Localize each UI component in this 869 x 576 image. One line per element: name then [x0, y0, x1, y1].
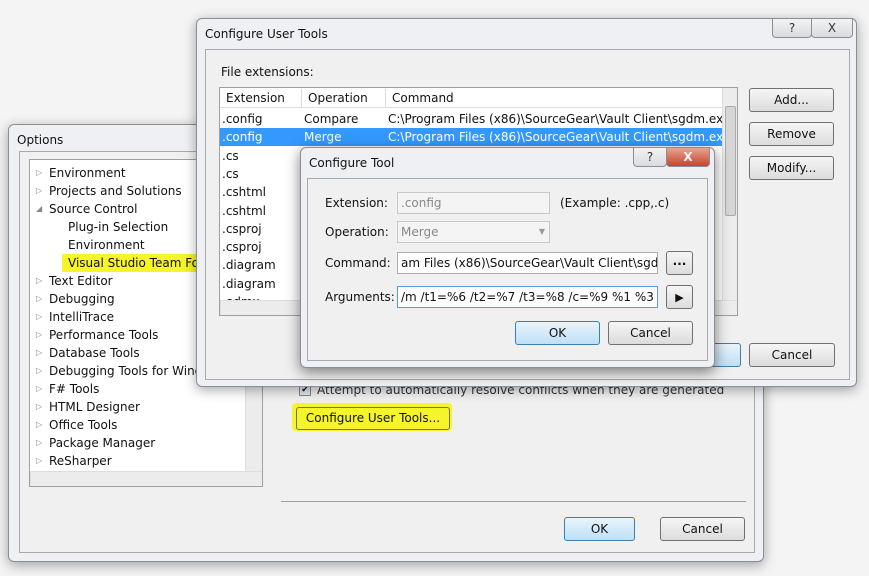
- tree-item-label: Database Tools: [49, 346, 140, 360]
- collapsed-triangle-icon[interactable]: ▷: [36, 272, 46, 290]
- operation-select[interactable]: Merge ▼: [397, 221, 550, 243]
- operation-value: Merge: [401, 225, 439, 239]
- collapsed-triangle-icon[interactable]: ▷: [36, 434, 46, 452]
- tree-item[interactable]: ▷ Package Manager: [36, 434, 156, 452]
- tree-item[interactable]: ▷ Projects and Solutions: [36, 182, 182, 200]
- collapsed-triangle-icon[interactable]: ▷: [36, 398, 46, 416]
- user-tools-cancel-button[interactable]: Cancel: [749, 343, 835, 367]
- tree-item[interactable]: ▷ Debugging: [36, 290, 115, 308]
- tree-item-label: Plug-in Selection: [68, 220, 169, 234]
- operation-label: Operation:: [325, 225, 389, 239]
- browse-button[interactable]: ...: [666, 251, 693, 275]
- cell-ext: .config: [222, 112, 263, 126]
- collapsed-triangle-icon[interactable]: ▷: [36, 326, 46, 344]
- cell-ext: .diagram: [222, 276, 276, 291]
- tree-item[interactable]: ▷ Text Editor: [36, 272, 113, 290]
- tree-item-label: ReSharper: [49, 454, 112, 468]
- configure-user-tools-button[interactable]: Configure User Tools...: [296, 407, 450, 430]
- collapsed-triangle-icon[interactable]: ▷: [36, 182, 46, 200]
- tree-item[interactable]: Plug-in Selection: [68, 218, 168, 236]
- cell-ext: .csproj: [222, 240, 262, 255]
- options-title: Options: [17, 133, 64, 147]
- cell-ext: .csproj: [222, 221, 262, 236]
- table-row[interactable]: .config Compare C:\Program Files (x86)\Sou…: [220, 110, 730, 128]
- cell-ext: .diagram: [222, 258, 276, 273]
- cell-ext: .cs: [222, 148, 239, 163]
- collapsed-triangle-icon[interactable]: ▷: [36, 380, 46, 398]
- tree-item-label: Debugging: [49, 292, 115, 306]
- tree-item-label: Office Tools: [49, 418, 118, 432]
- help-button[interactable]: ?: [772, 18, 812, 38]
- extension-example: (Example: .cpp,.c): [560, 196, 670, 210]
- add-button[interactable]: Add...: [749, 88, 834, 112]
- tree-item[interactable]: ▷ HTML Designer: [36, 398, 140, 416]
- tree-item[interactable]: ▷ Office Tools: [36, 416, 118, 434]
- table-row[interactable]: .config Merge C:\Program Files (x86)\Sourc…: [220, 128, 730, 147]
- user-tools-title: Configure User Tools: [205, 27, 328, 41]
- arguments-field[interactable]: /m /t1=%6 /t2=%7 /t3=%8 /c=%9 %1 %3 %2 /…: [397, 286, 658, 308]
- tree-item[interactable]: ▷ IntelliTrace: [36, 308, 115, 326]
- cell-op: Merge: [304, 130, 342, 145]
- column-header-operation[interactable]: Operation: [308, 89, 386, 107]
- collapsed-triangle-icon[interactable]: ▷: [36, 344, 46, 362]
- tree-item-label: Environment: [49, 166, 126, 180]
- tree-item-label: Performance Tools: [49, 328, 159, 342]
- cell-ext: .config: [222, 130, 263, 145]
- extension-label: Extension:: [325, 196, 388, 210]
- tree-item[interactable]: ▷ ReSharper: [36, 452, 112, 470]
- list-header: Extension Operation Command: [220, 89, 723, 108]
- tree-item-label: Source Control: [49, 202, 138, 216]
- options-ok-button[interactable]: OK: [564, 517, 635, 541]
- configure-tool-dialog: Configure Tool ? X Extension: .config (E…: [300, 147, 715, 368]
- expanded-triangle-icon[interactable]: ◢: [36, 200, 46, 218]
- cell-ext: .cshtml: [222, 185, 266, 200]
- tree-item-label: Projects and Solutions: [49, 184, 182, 198]
- tree-item[interactable]: ◢ Source Control: [36, 200, 138, 218]
- collapsed-triangle-icon[interactable]: ▷: [36, 290, 46, 308]
- command-field[interactable]: am Files (x86)\SourceGear\Vault Client\s…: [397, 252, 658, 274]
- cell-op: Compare: [304, 112, 359, 126]
- command-label: Command:: [325, 256, 391, 270]
- tree-item[interactable]: ▷ Environment: [36, 164, 126, 182]
- arguments-menu-button[interactable]: ▶: [666, 285, 693, 309]
- tree-item[interactable]: ▷ F# Tools: [36, 380, 100, 398]
- tree-horizontal-scrollbar[interactable]: [30, 471, 262, 486]
- collapsed-triangle-icon[interactable]: ▷: [36, 164, 46, 182]
- cell-cmd: C:\Program Files (x86)\SourceGear\Vault …: [388, 130, 731, 145]
- list-vertical-scrollbar[interactable]: [722, 88, 737, 301]
- tool-cancel-button[interactable]: Cancel: [608, 321, 693, 345]
- tree-item-label: IntelliTrace: [49, 310, 115, 324]
- cell-cmd: C:\Program Files (x86)\SourceGear\Vault …: [388, 112, 731, 126]
- remove-button[interactable]: Remove: [749, 122, 834, 146]
- arguments-label: Arguments:: [325, 290, 395, 304]
- play-arrow-icon: ▶: [675, 291, 684, 304]
- tree-item[interactable]: Environment: [68, 236, 145, 254]
- collapsed-triangle-icon[interactable]: ▷: [36, 308, 46, 326]
- collapsed-triangle-icon[interactable]: ▷: [36, 416, 46, 434]
- cell-ext: .cshtml: [222, 203, 266, 218]
- close-button[interactable]: X: [666, 147, 710, 167]
- collapsed-triangle-icon[interactable]: ▷: [36, 452, 46, 470]
- file-extensions-label: File extensions:: [221, 65, 314, 79]
- collapsed-triangle-icon[interactable]: ▷: [36, 362, 46, 380]
- tree-item-label: F# Tools: [49, 382, 100, 396]
- tree-item-label: Environment: [68, 238, 145, 252]
- options-cancel-button[interactable]: Cancel: [660, 517, 745, 541]
- tree-item-label: Package Manager: [49, 436, 156, 450]
- tool-ok-button[interactable]: OK: [515, 321, 600, 345]
- column-header-extension[interactable]: Extension: [226, 89, 302, 107]
- close-button[interactable]: X: [811, 18, 853, 38]
- help-button[interactable]: ?: [633, 147, 667, 167]
- modify-button[interactable]: Modify...: [749, 156, 834, 180]
- column-header-command[interactable]: Command: [392, 89, 454, 107]
- separator: [281, 501, 746, 502]
- tree-item[interactable]: ▷ Performance Tools: [36, 326, 159, 344]
- tree-item-label: HTML Designer: [49, 400, 140, 414]
- chevron-down-icon: ▼: [538, 227, 545, 236]
- cell-ext: .cs: [222, 166, 239, 181]
- tool-title: Configure Tool: [309, 156, 395, 170]
- tree-item-label: Text Editor: [49, 274, 113, 288]
- extension-field[interactable]: .config: [397, 192, 550, 214]
- tree-item[interactable]: ▷ Database Tools: [36, 344, 140, 362]
